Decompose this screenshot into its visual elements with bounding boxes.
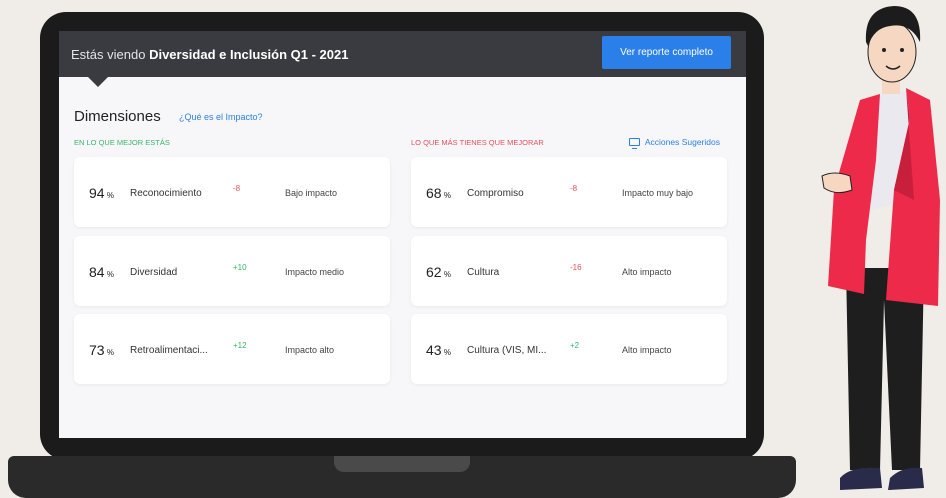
dimension-delta: +12 xyxy=(233,341,247,350)
dimension-card[interactable]: 43 % Cultura (VIS, MI... +2 Alto impacto xyxy=(411,314,727,384)
dimension-impact: Impacto medio xyxy=(285,267,345,277)
dimension-delta: -8 xyxy=(570,184,578,193)
dimension-card[interactable]: 68 % Compromiso -8 Impacto muy bajo xyxy=(411,157,727,227)
dimension-delta: -16 xyxy=(570,263,582,272)
monitor-icon xyxy=(628,138,640,149)
dimension-impact: Impacto muy bajo xyxy=(622,188,694,198)
dimension-name: Cultura xyxy=(467,267,500,278)
dimension-name: Retroalimentaci... xyxy=(130,345,208,356)
dimension-impact: Alto impacto xyxy=(622,345,672,355)
improve-section-label: LO QUE MÁS TIENES QUE MEJORAR xyxy=(411,138,544,147)
dimension-card[interactable]: 94 % Reconocimiento -8 Bajo impacto xyxy=(74,157,390,227)
dimensions-title: Dimensiones xyxy=(74,108,161,125)
suggested-actions-link[interactable]: Acciones Sugeridos xyxy=(628,137,720,149)
dimension-score: 94 % xyxy=(89,185,114,201)
survey-title: Diversidad e Inclusión Q1 - 2021 xyxy=(149,46,349,62)
dimension-card[interactable]: 62 % Cultura -16 Alto impacto xyxy=(411,236,727,306)
dimension-score: 84 % xyxy=(89,264,114,280)
dimension-delta: -8 xyxy=(233,184,241,193)
dimension-name: Diversidad xyxy=(130,267,178,278)
dimension-score: 68 % xyxy=(426,185,451,201)
dimension-delta: +2 xyxy=(570,341,580,350)
laptop-notch xyxy=(334,456,470,472)
left-eye xyxy=(882,48,886,52)
dimension-impact: Impacto alto xyxy=(285,345,335,355)
best-section-label: EN LO QUE MEJOR ESTÁS xyxy=(74,138,170,147)
dimension-impact: Bajo impacto xyxy=(285,188,338,198)
full-report-button[interactable]: Ver reporte completo xyxy=(602,36,731,69)
dimension-delta: +10 xyxy=(233,263,247,272)
suggested-actions-label: Acciones Sugeridos xyxy=(644,137,720,147)
dimension-card[interactable]: 84 % Diversidad +10 Impacto medio xyxy=(74,236,390,306)
dimension-score: 43 % xyxy=(426,342,451,358)
dimension-card[interactable]: 73 % Retroalimentaci... +12 Impacto alto xyxy=(74,314,390,384)
header-bar: Estás viendo Diversidad e Inclusión Q1 -… xyxy=(59,31,746,77)
dimension-score: 73 % xyxy=(89,342,114,358)
left-shoe xyxy=(840,467,882,490)
app-screen: Estás viendo Diversidad e Inclusión Q1 -… xyxy=(59,31,746,438)
impact-help-link[interactable]: ¿Qué es el Impacto? xyxy=(179,112,263,122)
right-shoe xyxy=(888,467,924,490)
header-caret xyxy=(88,77,108,87)
right-eye xyxy=(900,48,904,52)
header-prefix: Estás viendo xyxy=(71,46,146,62)
dimension-name: Cultura (VIS, MI... xyxy=(467,345,547,356)
header-title: Estás viendo Diversidad e Inclusión Q1 -… xyxy=(71,47,348,62)
hand xyxy=(821,172,853,194)
dimension-name: Compromiso xyxy=(467,188,524,199)
dimension-name: Reconocimiento xyxy=(130,188,202,199)
dimension-score: 62 % xyxy=(426,264,451,280)
dimension-impact: Alto impacto xyxy=(622,267,672,277)
presenter-illustration xyxy=(821,6,940,490)
